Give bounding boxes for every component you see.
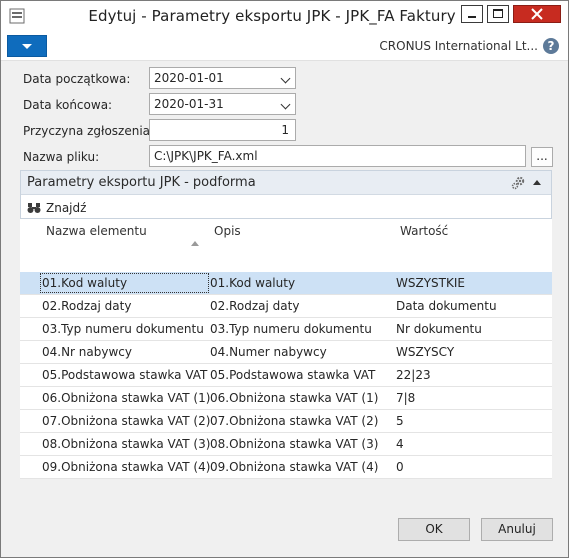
chevron-down-icon <box>22 44 32 49</box>
table-row[interactable]: 05.Podstawowa stawka VAT 05.Podstawowa st… <box>20 364 552 387</box>
browse-button[interactable]: ... <box>531 147 553 167</box>
cell-value[interactable]: 7|8 <box>396 391 415 405</box>
start-date-label: Data początkowa: <box>23 72 131 86</box>
end-date-field[interactable]: 2020-01-31 <box>149 93 296 115</box>
cell-name[interactable]: 07.Obniżona stawka VAT (2) <box>42 414 210 428</box>
reason-label: Przyczyna zgłoszenia: <box>23 124 155 138</box>
filename-field[interactable]: C:\JPK\JPK_FA.xml <box>149 145 526 167</box>
table-row[interactable]: 02.Rodzaj daty 02.Rodzaj daty Data dokumen… <box>20 295 552 318</box>
ribbon-menu-button[interactable] <box>7 35 47 57</box>
cell-description[interactable]: 01.Kod waluty <box>210 276 295 290</box>
cell-description[interactable]: 03.Typ numeru dokumentu <box>210 322 372 336</box>
company-name[interactable]: CRONUS International Lt... <box>379 39 538 53</box>
table-row[interactable]: 08.Obniżona stawka VAT (3) 08.Obniżona st… <box>20 433 552 456</box>
cell-value[interactable]: 22|23 <box>396 368 431 382</box>
maximize-icon <box>493 9 503 18</box>
table-row[interactable]: 04.Nr nabywcy 04.Numer nabywcy WSZYSCY <box>20 341 552 364</box>
table-row[interactable]: 06.Obniżona stawka VAT (1) 06.Obniżona st… <box>20 387 552 410</box>
ok-button[interactable]: OK <box>398 518 470 541</box>
subform-title: Parametry eksportu JPK - podforma <box>27 175 256 190</box>
close-icon <box>531 8 543 20</box>
cell-description[interactable]: 07.Obniżona stawka VAT (2) <box>210 414 378 428</box>
title-bar[interactable]: Edytuj - Parametry eksportu JPK - JPK_FA… <box>1 1 568 31</box>
maximize-button[interactable] <box>487 5 509 23</box>
ribbon-bar: CRONUS International Lt... ? <box>1 31 568 61</box>
sort-ascending-icon <box>191 241 199 246</box>
cell-description[interactable]: 08.Obniżona stawka VAT (3) <box>210 437 378 451</box>
column-header-name[interactable]: Nazwa elementu <box>46 224 147 238</box>
find-label: Znajdź <box>46 201 87 215</box>
table-row[interactable]: 09.Obniżona stawka VAT (4) 09.Obniżona st… <box>20 456 552 479</box>
cell-name[interactable]: 06.Obniżona stawka VAT (1) <box>42 391 210 405</box>
column-header-value[interactable]: Wartość <box>400 224 448 238</box>
minimize-icon <box>468 16 476 18</box>
minimize-button[interactable] <box>461 5 483 23</box>
gear-icon[interactable] <box>510 175 526 191</box>
binoculars-icon <box>27 203 41 213</box>
cancel-button[interactable]: Anuluj <box>481 518 553 541</box>
cell-value[interactable]: 5 <box>396 414 404 428</box>
table-row[interactable]: 03.Typ numeru dokumentu 03.Typ numeru dok… <box>20 318 552 341</box>
close-button[interactable] <box>513 5 561 23</box>
parameters-table: Nazwa elementu Opis Wartość 01.Kod walut… <box>20 219 552 479</box>
cell-name[interactable]: 08.Obniżona stawka VAT (3) <box>42 437 210 451</box>
cell-value[interactable]: WSZYSTKIE <box>396 276 465 290</box>
subform-header: Parametry eksportu JPK - podforma <box>21 171 551 195</box>
find-button[interactable]: Znajdź <box>27 200 86 216</box>
cell-name[interactable]: 09.Obniżona stawka VAT (4) <box>42 460 210 474</box>
cell-description[interactable]: 02.Rodzaj daty <box>210 299 299 313</box>
cell-value[interactable]: Data dokumentu <box>396 299 497 313</box>
reason-field[interactable]: 1 <box>149 119 296 141</box>
cell-value[interactable]: 4 <box>396 437 404 451</box>
cell-description[interactable]: 06.Obniżona stawka VAT (1) <box>210 391 378 405</box>
cell-value[interactable]: WSZYSCY <box>396 345 454 359</box>
start-date-field[interactable]: 2020-01-01 <box>149 67 296 89</box>
cell-description[interactable]: 04.Numer nabywcy <box>210 345 327 359</box>
help-icon[interactable]: ? <box>543 38 559 54</box>
column-header-description[interactable]: Opis <box>214 224 241 238</box>
table-row[interactable]: 01.Kod waluty 01.Kod waluty WSZYSTKIE <box>20 272 552 295</box>
cell-name[interactable]: 05.Podstawowa stawka VAT <box>42 368 207 382</box>
cell-value[interactable]: 0 <box>396 460 404 474</box>
cell-name[interactable]: 02.Rodzaj daty <box>42 299 131 313</box>
cell-name[interactable]: 03.Typ numeru dokumentu <box>42 322 204 336</box>
table-row[interactable]: 07.Obniżona stawka VAT (2) 07.Obniżona st… <box>20 410 552 433</box>
chevron-up-icon[interactable] <box>533 180 541 185</box>
cell-description[interactable]: 05.Podstawowa stawka VAT <box>210 368 375 382</box>
cell-value[interactable]: Nr dokumentu <box>396 322 482 336</box>
dialog-window: Edytuj - Parametry eksportu JPK - JPK_FA… <box>0 0 569 558</box>
filename-label: Nazwa pliku: <box>23 150 100 164</box>
cell-name[interactable]: 04.Nr nabywcy <box>42 345 132 359</box>
subform-panel: Parametry eksportu JPK - podforma Znajdź <box>20 170 552 219</box>
cell-name[interactable]: 01.Kod waluty <box>42 276 127 290</box>
cell-description[interactable]: 09.Obniżona stawka VAT (4) <box>210 460 378 474</box>
end-date-label: Data końcowa: <box>23 98 113 112</box>
